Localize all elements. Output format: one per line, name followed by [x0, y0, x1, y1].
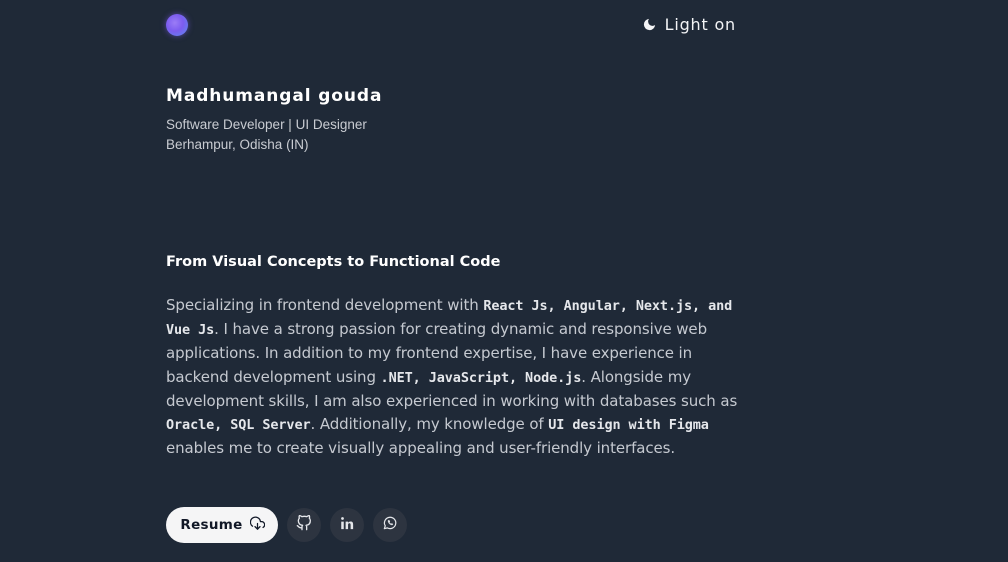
- cloud-download-icon: [249, 516, 265, 535]
- action-bar: Resume: [166, 507, 407, 543]
- about-section: From Visual Concepts to Functional Code …: [166, 252, 741, 460]
- logo-dot-icon[interactable]: [166, 14, 188, 36]
- resume-button[interactable]: Resume: [166, 507, 278, 543]
- tech-design: UI design with Figma: [548, 417, 709, 434]
- header: Light on: [166, 14, 736, 38]
- linkedin-icon: [340, 516, 355, 535]
- about-text-1: Specializing in frontend development wit…: [166, 296, 484, 314]
- portfolio-page: Light on Madhumangal gouda Software Deve…: [0, 0, 1008, 562]
- whatsapp-link[interactable]: [373, 508, 407, 542]
- profile-name: Madhumangal gouda: [166, 86, 383, 106]
- github-icon: [296, 514, 312, 535]
- about-title: From Visual Concepts to Functional Code: [166, 254, 501, 270]
- profile-location: Berhampur, Odisha (IN): [166, 137, 309, 152]
- tech-backend: .NET, JavaScript, Node.js: [380, 369, 582, 386]
- about-text-4: . Additionally, my knowledge of: [310, 415, 549, 434]
- profile-role: Software Developer | UI Designer: [166, 117, 367, 132]
- moon-icon: [642, 17, 657, 32]
- tech-db: Oracle, SQL Server: [166, 417, 311, 434]
- linkedin-link[interactable]: [330, 508, 364, 542]
- intro-section: Madhumangal gouda Software Developer | U…: [166, 85, 736, 155]
- github-link[interactable]: [287, 508, 321, 542]
- theme-toggle-label: Light on: [664, 15, 736, 34]
- theme-toggle-button[interactable]: Light on: [642, 15, 736, 34]
- whatsapp-icon: [382, 515, 398, 535]
- resume-label: Resume: [180, 517, 243, 533]
- about-text-5: enables me to create visually appealing …: [166, 439, 675, 458]
- about-paragraph: Specializing in frontend development wit…: [166, 294, 741, 460]
